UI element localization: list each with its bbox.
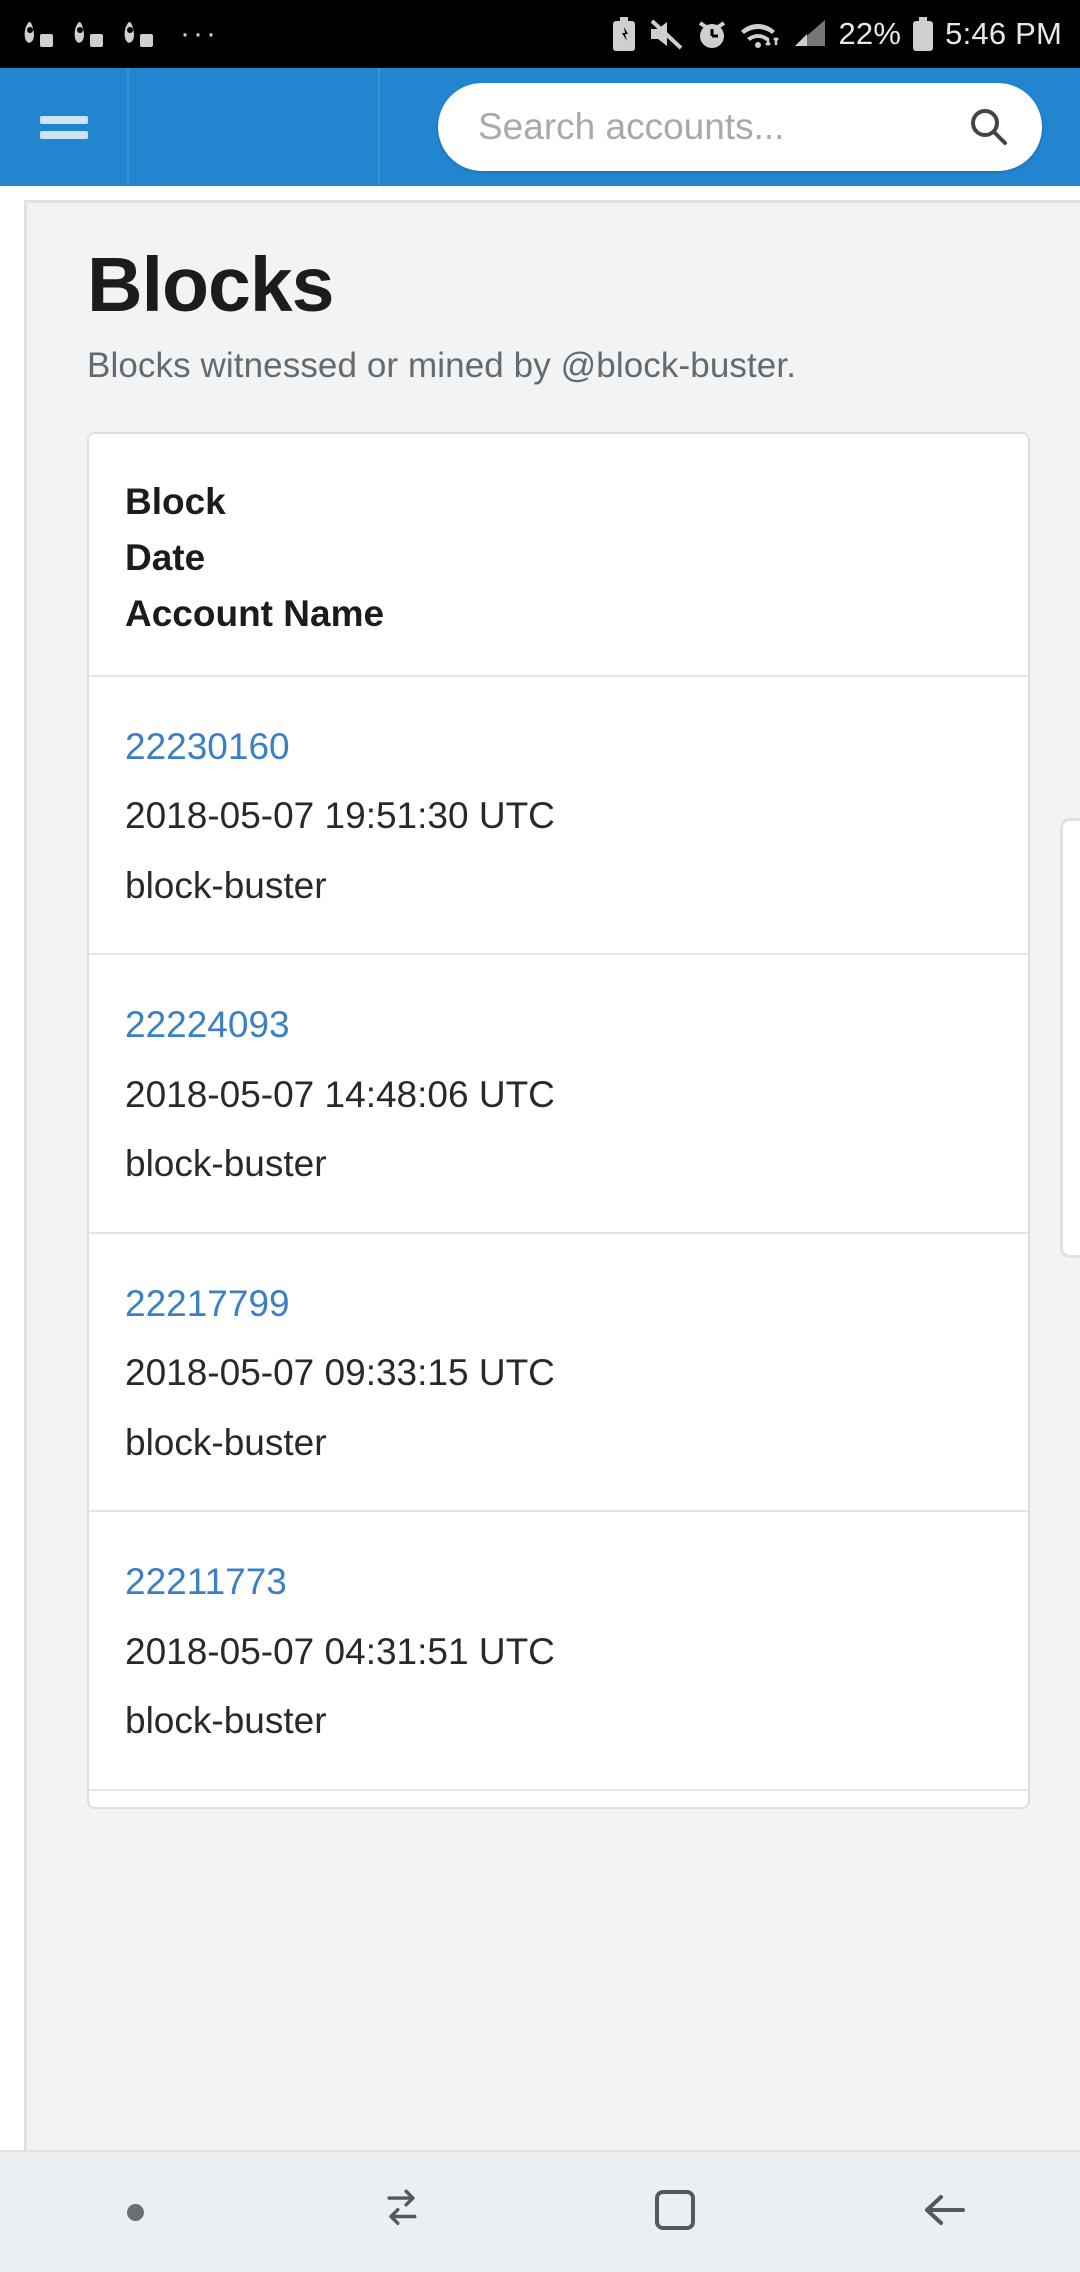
- battery-percent-label: 22%: [838, 16, 902, 51]
- table-row: 22230160 2018-05-07 19:51:30 UTC block-b…: [89, 674, 1028, 954]
- status-bar: ··· 22% 5:46 PM: [0, 0, 1080, 68]
- block-link[interactable]: 22230160: [125, 719, 290, 775]
- column-header-block: Block: [125, 480, 226, 522]
- battery-saver-icon: [611, 17, 637, 51]
- block-date: 2018-05-07 04:31:51 UTC: [125, 1630, 555, 1672]
- block-date: 2018-05-07 14:48:06 UTC: [125, 1073, 555, 1115]
- status-bar-system-icons: 22% 5:46 PM: [611, 16, 1062, 52]
- alarm-icon: [695, 17, 729, 51]
- page-content: Blocks Blocks witnessed or mined by @blo…: [27, 203, 1080, 1809]
- recents-button[interactable]: [270, 2152, 540, 2272]
- table-row: 22211773 2018-05-07 04:31:51 UTC block-b…: [89, 1510, 1028, 1789]
- hamburger-menu-button[interactable]: [0, 68, 129, 186]
- block-account: block-buster: [125, 1700, 327, 1742]
- search-box[interactable]: [438, 83, 1042, 171]
- table-row: 22217799 2018-05-07 09:33:15 UTC block-b…: [89, 1231, 1028, 1511]
- app-bar: [0, 68, 1080, 186]
- system-navigation-bar: [0, 2150, 1080, 2272]
- game-controller-icon: [74, 19, 108, 49]
- column-header-account-name: Account Name: [125, 593, 385, 635]
- battery-icon: [912, 17, 934, 51]
- scrollbar-handle[interactable]: [1060, 818, 1080, 1258]
- app-bar-spacer: [129, 68, 380, 186]
- overflow-dots-icon: ···: [180, 17, 219, 50]
- block-date: 2018-05-07 09:33:15 UTC: [125, 1352, 555, 1394]
- page-subtitle: Blocks witnessed or mined by @block-bust…: [87, 345, 797, 385]
- block-link[interactable]: 22211773: [125, 1554, 287, 1610]
- back-button[interactable]: [810, 2152, 1080, 2272]
- block-account: block-buster: [125, 864, 327, 906]
- nav-dot-indicator: [0, 2152, 270, 2272]
- hamburger-menu-icon: [39, 109, 88, 146]
- recents-icon: [378, 2189, 432, 2236]
- table-row: 22224093 2018-05-07 14:48:06 UTC block-b…: [89, 953, 1028, 1232]
- home-button[interactable]: [540, 2152, 810, 2272]
- game-controller-icon: [24, 19, 58, 49]
- signal-icon: [793, 18, 827, 50]
- block-account: block-buster: [125, 1421, 327, 1463]
- table-header: Block Date Account Name: [89, 434, 1028, 675]
- block-link[interactable]: 22217799: [125, 1276, 290, 1332]
- search-icon[interactable]: [966, 105, 1010, 149]
- status-bar-notifications: ···: [24, 19, 219, 49]
- clock-label: 5:46 PM: [945, 16, 1062, 51]
- page-viewport: Blocks Blocks witnessed or mined by @blo…: [0, 186, 1080, 2150]
- mute-icon: [648, 18, 684, 50]
- column-header-date: Date: [125, 537, 206, 579]
- search-area: [380, 83, 1080, 171]
- page-title: Blocks: [87, 242, 335, 328]
- search-input[interactable]: [478, 106, 966, 148]
- block-link[interactable]: 22224093: [125, 997, 290, 1053]
- back-icon: [919, 2187, 971, 2238]
- dot-indicator-icon: [126, 2203, 144, 2221]
- blocks-table: Block Date Account Name 22230160 2018-05…: [87, 431, 1030, 1809]
- wifi-icon: [740, 18, 782, 50]
- block-account: block-buster: [125, 1143, 327, 1185]
- page-container: Blocks Blocks witnessed or mined by @blo…: [24, 200, 1080, 2150]
- table-row-partial: [89, 1788, 1028, 1807]
- home-icon: [652, 2187, 698, 2238]
- game-controller-icon: [124, 19, 158, 49]
- block-date: 2018-05-07 19:51:30 UTC: [125, 795, 555, 837]
